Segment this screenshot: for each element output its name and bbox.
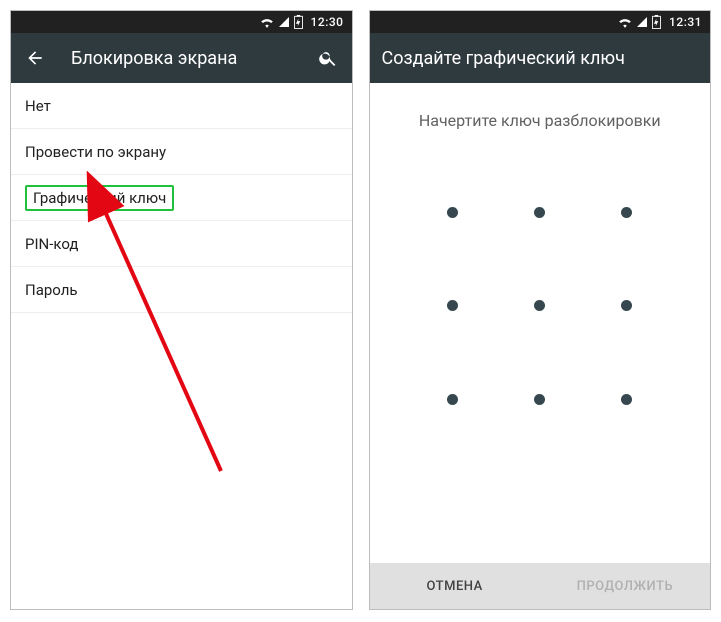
option-label: PIN-код	[25, 235, 78, 253]
wifi-icon	[260, 16, 274, 28]
option-password[interactable]: Пароль	[11, 267, 352, 313]
button-bar: ОТМЕНА ПРОДОЛЖИТЬ	[370, 563, 711, 609]
search-icon[interactable]	[316, 46, 340, 70]
wifi-icon	[618, 16, 632, 28]
back-icon[interactable]	[23, 46, 47, 70]
status-time: 12:31	[669, 15, 702, 29]
battery-icon	[652, 15, 661, 29]
pattern-dot-3[interactable]	[583, 166, 670, 259]
pattern-dot-4[interactable]	[410, 259, 497, 352]
signal-icon	[278, 16, 290, 28]
pattern-grid[interactable]	[410, 166, 671, 446]
continue-button[interactable]: ПРОДОЛЖИТЬ	[540, 563, 710, 609]
cancel-button[interactable]: ОТМЕНА	[370, 563, 540, 609]
pattern-dot-2[interactable]	[496, 166, 583, 259]
pattern-dot-1[interactable]	[410, 166, 497, 259]
pattern-area[interactable]	[370, 136, 711, 563]
pattern-dot-7[interactable]	[410, 353, 497, 446]
pattern-dot-5[interactable]	[496, 259, 583, 352]
option-label: Нет	[25, 97, 51, 115]
battery-icon	[294, 15, 303, 29]
phone-left: 12:30 Блокировка экрана Нет Провести по …	[10, 10, 353, 610]
lock-options-list: Нет Провести по экрану Графический ключ …	[11, 83, 352, 609]
app-bar: Блокировка экрана	[11, 33, 352, 83]
app-bar: Создайте графический ключ	[370, 33, 711, 83]
option-none[interactable]: Нет	[11, 83, 352, 129]
option-label: Пароль	[25, 281, 78, 299]
pattern-dot-9[interactable]	[583, 353, 670, 446]
pattern-dot-6[interactable]	[583, 259, 670, 352]
status-time: 12:30	[311, 15, 344, 29]
appbar-title: Блокировка экрана	[71, 48, 292, 69]
status-bar: 12:31	[370, 11, 711, 33]
appbar-title: Создайте графический ключ	[382, 48, 699, 69]
pattern-dot-8[interactable]	[496, 353, 583, 446]
option-pattern[interactable]: Графический ключ	[11, 175, 352, 221]
option-pin[interactable]: PIN-код	[11, 221, 352, 267]
phone-right: 12:31 Создайте графический ключ Начертит…	[369, 10, 712, 610]
status-bar: 12:30	[11, 11, 352, 33]
signal-icon	[636, 16, 648, 28]
pattern-instruction: Начертите ключ разблокировки	[370, 83, 711, 136]
option-label: Графический ключ	[25, 185, 174, 211]
option-swipe[interactable]: Провести по экрану	[11, 129, 352, 175]
option-label: Провести по экрану	[25, 143, 166, 161]
